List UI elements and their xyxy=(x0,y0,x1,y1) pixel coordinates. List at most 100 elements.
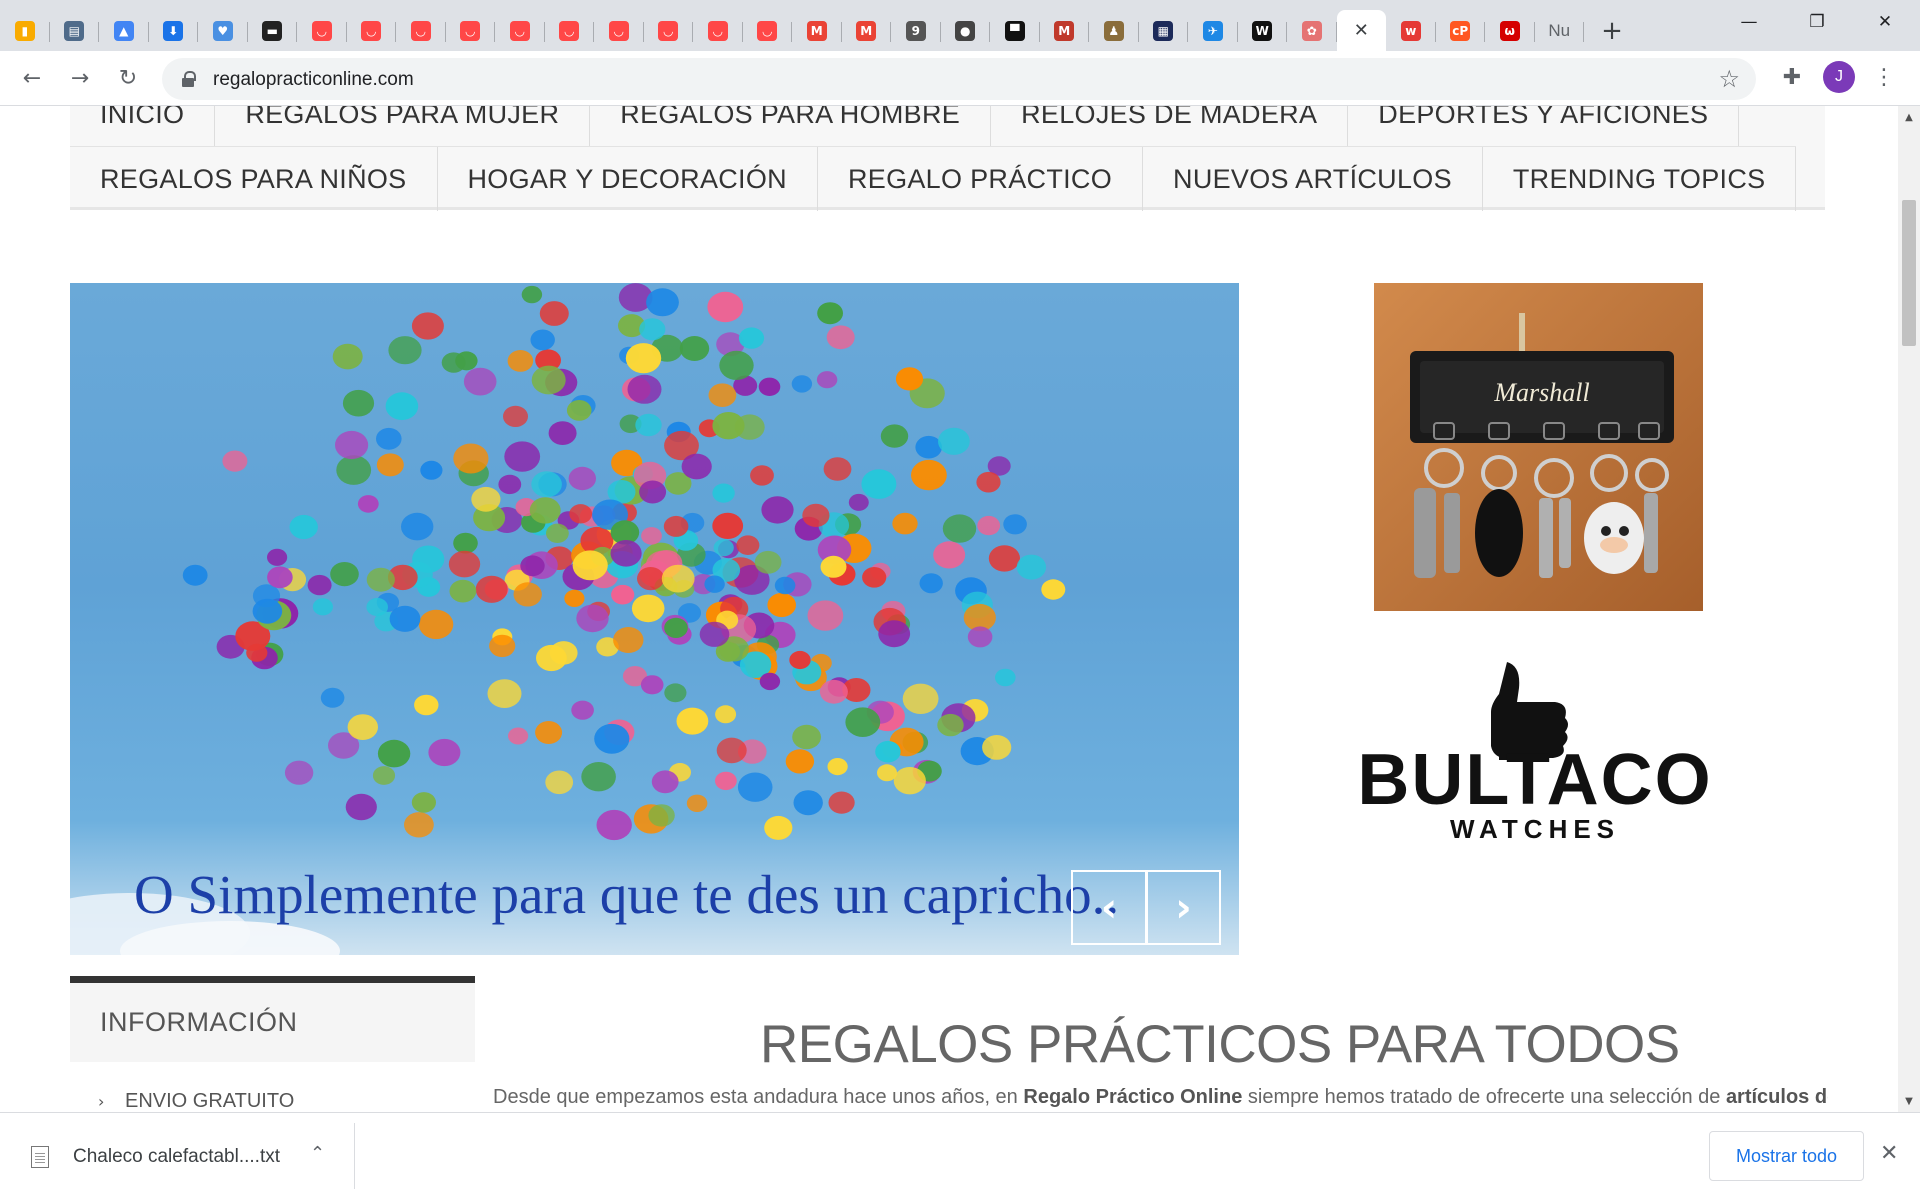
balloon xyxy=(613,627,644,653)
balloon xyxy=(631,594,665,623)
tab[interactable]: ♟ xyxy=(1089,12,1139,50)
menu-item[interactable]: RELOJES DE MADERA xyxy=(991,106,1349,146)
tab[interactable]: ▀ xyxy=(990,12,1040,50)
tab[interactable]: ◡ xyxy=(644,12,694,50)
tab[interactable]: ◡ xyxy=(396,12,446,50)
tab[interactable]: Nu xyxy=(1535,12,1585,50)
tab[interactable]: M xyxy=(842,12,892,50)
minimize-icon[interactable]: — xyxy=(1715,0,1783,44)
close-icon[interactable]: ✕ xyxy=(1354,20,1369,41)
tab[interactable]: ◡ xyxy=(347,12,397,50)
download-file-name[interactable]: Chaleco calefactabl....txt xyxy=(73,1146,280,1168)
intro-text-a: Desde que empezamos esta andadura hace u… xyxy=(493,1086,1024,1108)
tab[interactable]: ◡ xyxy=(545,12,595,50)
back-icon[interactable]: ← xyxy=(14,60,50,96)
reload-icon[interactable]: ↻ xyxy=(110,60,146,96)
balloon xyxy=(546,523,569,543)
tab[interactable]: ω xyxy=(1485,12,1535,50)
tab[interactable]: W xyxy=(1238,12,1288,50)
tab[interactable]: ◡ xyxy=(743,12,793,50)
menu-item[interactable]: NUEVOS ARTÍCULOS xyxy=(1143,147,1483,211)
tab[interactable]: ◡ xyxy=(495,12,545,50)
tab[interactable]: cP xyxy=(1436,12,1486,50)
tab[interactable]: ▲ xyxy=(99,12,149,50)
tab[interactable]: 9 xyxy=(891,12,941,50)
tab[interactable]: ✿ xyxy=(1287,12,1337,50)
slider-next-button[interactable]: › xyxy=(1146,870,1221,945)
tab[interactable]: ◡ xyxy=(297,12,347,50)
balloon xyxy=(267,566,293,589)
menu-item[interactable]: TRENDING TOPICS xyxy=(1483,147,1797,211)
balloon xyxy=(453,532,478,554)
menu-item[interactable]: INICIO xyxy=(70,106,216,146)
url-text[interactable]: regalopracticonline.com xyxy=(213,69,414,91)
tab[interactable]: ♥ xyxy=(198,12,248,50)
menu-item[interactable]: REGALOS PARA NIÑOS xyxy=(70,147,438,211)
scroll-thumb[interactable] xyxy=(1902,200,1916,346)
scroll-down-icon[interactable]: ▼ xyxy=(1898,1090,1920,1112)
extensions-icon[interactable]: ✚ xyxy=(1776,61,1808,93)
new-tab-plus-icon[interactable]: + xyxy=(1592,11,1632,51)
balloon xyxy=(828,791,855,814)
address-bar[interactable]: regalopracticonline.com ☆ xyxy=(162,58,1756,100)
tab[interactable]: ✈ xyxy=(1188,12,1238,50)
tab[interactable]: ◡ xyxy=(594,12,644,50)
envio-gratuito-link[interactable]: ENVIO GRATUITO xyxy=(125,1090,294,1112)
tab[interactable]: M xyxy=(792,12,842,50)
tab[interactable]: ◡ xyxy=(693,12,743,50)
forward-icon[interactable]: → xyxy=(62,60,98,96)
tab[interactable]: M xyxy=(1040,12,1090,50)
balloon xyxy=(826,325,855,350)
tab[interactable]: ● xyxy=(941,12,991,50)
balloon xyxy=(767,592,796,618)
menu-item[interactable]: REGALOS PARA MUJER xyxy=(215,106,591,146)
balloon xyxy=(719,350,754,380)
show-all-button[interactable]: Mostrar todo xyxy=(1709,1131,1864,1181)
downloads-close-icon[interactable]: ✕ xyxy=(1880,1141,1898,1166)
balloon xyxy=(520,555,545,577)
window-close-icon[interactable]: ✕ xyxy=(1851,0,1919,44)
profile-avatar[interactable]: J xyxy=(1823,61,1855,93)
tab[interactable]: ▮ xyxy=(0,12,50,50)
menu-item[interactable]: HOGAR Y DECORACIÓN xyxy=(438,147,818,211)
page-scrollbar[interactable]: ▲ ▼ xyxy=(1898,106,1920,1112)
balloon xyxy=(498,474,522,495)
scroll-up-icon[interactable]: ▲ xyxy=(1898,106,1920,128)
balloon xyxy=(508,727,529,745)
intro-text-b: Regalo Práctico Online xyxy=(1023,1086,1243,1108)
hero-slider[interactable]: O Simplemente para que te des un caprich… xyxy=(70,283,1239,955)
balloons-image xyxy=(70,283,1066,955)
sidebar-ad-bultaco[interactable]: BULTACO WATCHES xyxy=(1285,656,1785,846)
aliexpress-icon: ◡ xyxy=(311,20,332,41)
balloon xyxy=(545,770,574,795)
menu-item[interactable]: DEPORTES Y AFICIONES xyxy=(1348,106,1740,146)
balloon xyxy=(737,772,773,802)
bookmark-star-icon[interactable]: ☆ xyxy=(1718,65,1740,93)
balloon xyxy=(347,714,378,740)
slider-prev-button[interactable]: ‹ xyxy=(1071,870,1146,945)
tab[interactable]: ◡ xyxy=(446,12,496,50)
tab[interactable]: ▬ xyxy=(248,12,298,50)
tab-active[interactable]: ✕ xyxy=(1336,10,1386,51)
balloon xyxy=(307,574,332,596)
tab[interactable]: w xyxy=(1386,12,1436,50)
tab[interactable]: ▦ xyxy=(1139,12,1189,50)
lock-icon[interactable] xyxy=(182,71,196,87)
balloon xyxy=(976,471,1001,493)
face-icon: ● xyxy=(955,20,976,41)
sidebar-ad-marshall[interactable]: Marshall xyxy=(1374,283,1703,611)
balloon xyxy=(646,288,679,317)
balloon xyxy=(817,302,843,325)
balloon xyxy=(513,582,542,607)
cp-icon: cP xyxy=(1450,20,1471,41)
balloon xyxy=(503,405,528,427)
menu-kebab-icon[interactable]: ⋮ xyxy=(1872,61,1896,93)
balloon xyxy=(807,600,844,631)
restore-icon[interactable]: ❐ xyxy=(1783,0,1851,44)
balloon xyxy=(376,453,404,477)
menu-item[interactable]: REGALOS PARA HOMBRE xyxy=(590,106,992,146)
tab[interactable]: ⬇ xyxy=(149,12,199,50)
chevron-up-icon[interactable]: ⌃ xyxy=(310,1143,325,1164)
tab[interactable]: ▤ xyxy=(50,12,100,50)
menu-item[interactable]: REGALO PRÁCTICO xyxy=(818,147,1144,211)
